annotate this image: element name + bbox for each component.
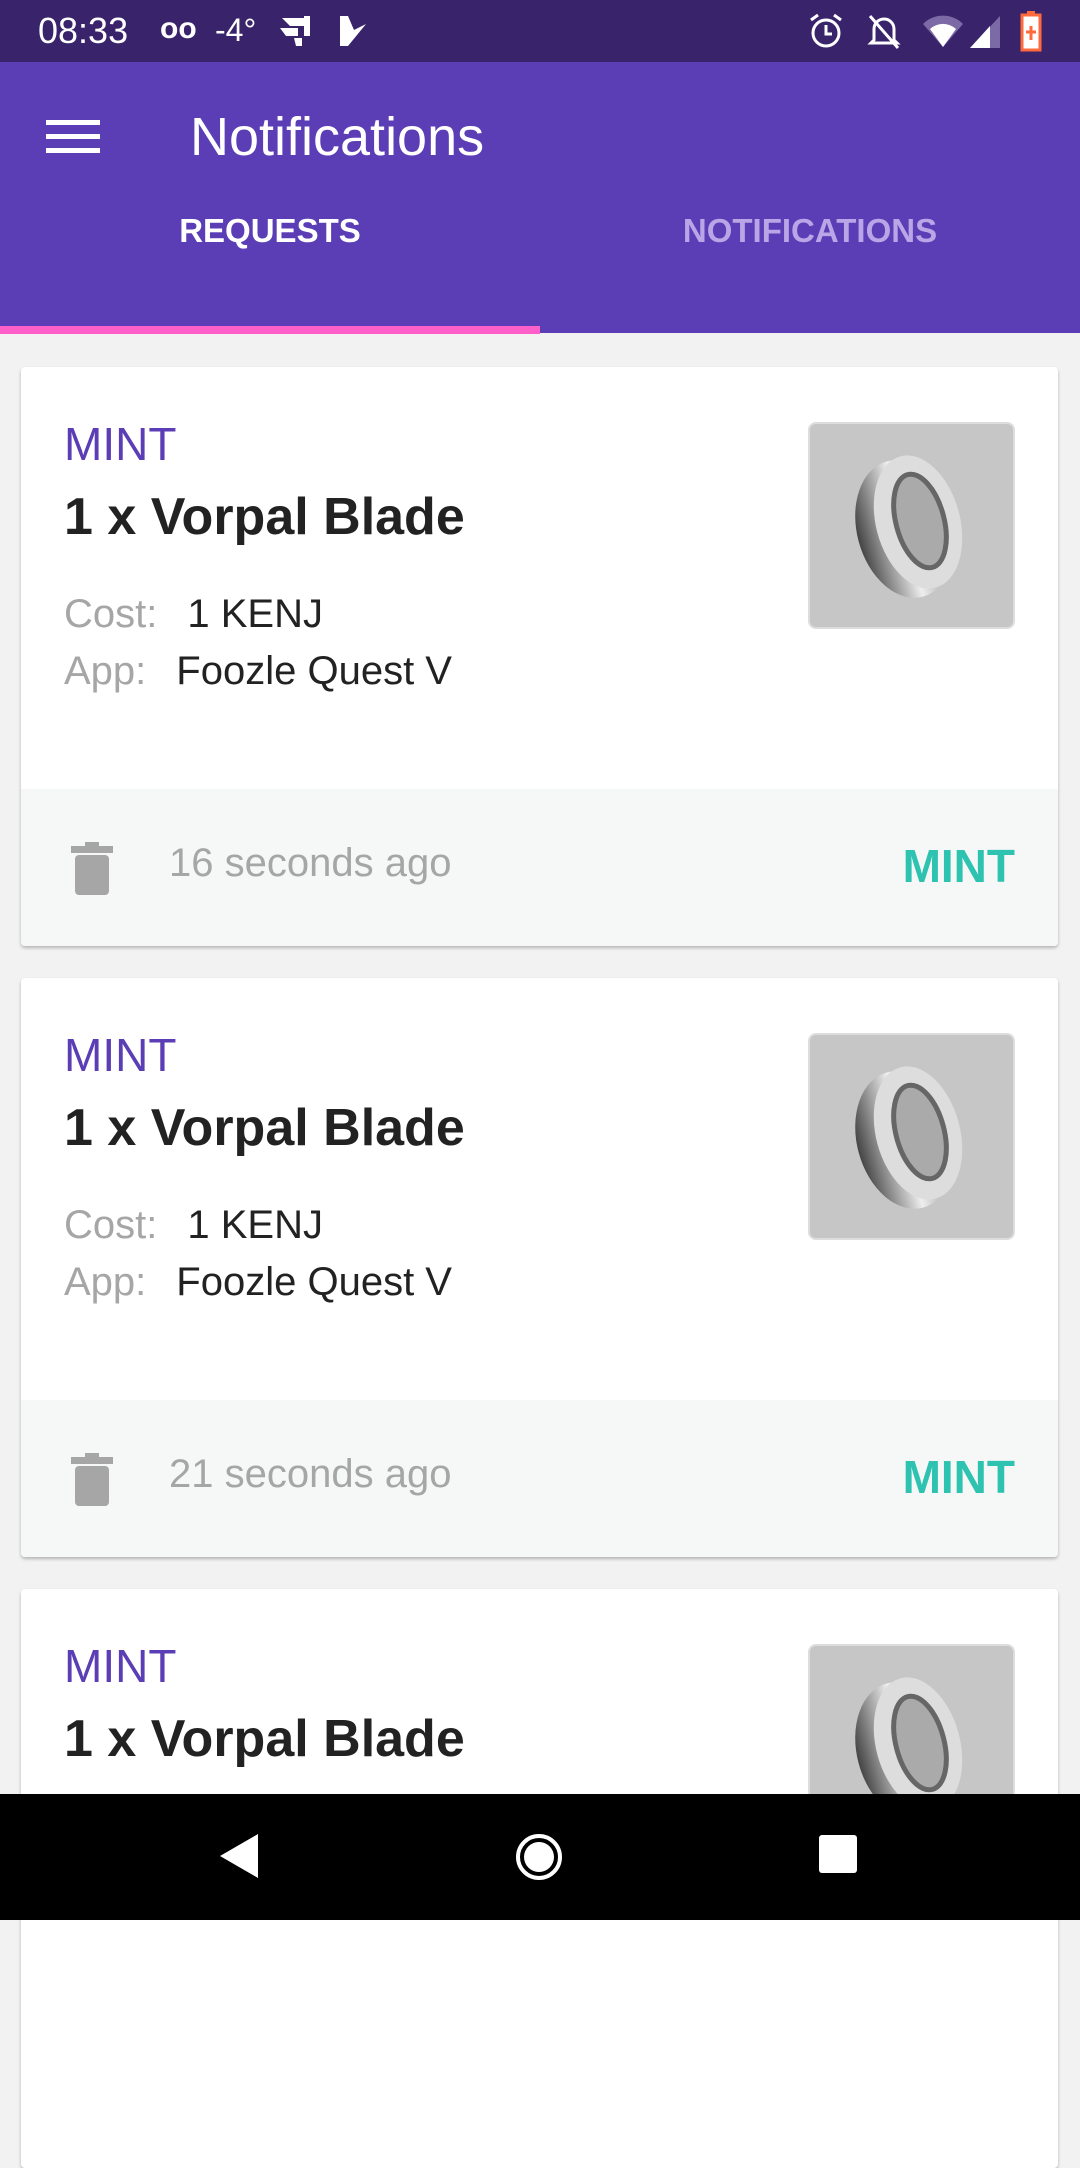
timestamp: 16 seconds ago [169, 841, 452, 885]
item-image [808, 1033, 1015, 1240]
request-card: MINT 1 x Vorpal Blade Cost: 1 KENJ App: Fo… [21, 367, 1058, 946]
delete-icon[interactable] [69, 842, 115, 896]
wifi-icon [923, 15, 963, 47]
temperature: -4° [215, 12, 257, 48]
app-bar: Notifications REQUESTS NOTIFICATIONS [0, 62, 1080, 334]
cost-row: Cost: 1 KENJ [64, 592, 323, 637]
timestamp: 21 seconds ago [169, 1452, 452, 1496]
coin-icon [855, 1066, 963, 1209]
back-icon[interactable] [218, 1832, 260, 1880]
recents-icon[interactable] [818, 1834, 858, 1874]
menu-icon[interactable] [46, 114, 100, 158]
app-label: App: [64, 649, 147, 693]
delete-icon[interactable] [69, 1453, 115, 1507]
app-value: Foozle Quest V [176, 1260, 452, 1304]
notifications-off-icon [867, 15, 901, 49]
request-type: MINT [64, 1029, 177, 1081]
page-title: Notifications [190, 107, 485, 167]
home-icon[interactable] [514, 1832, 564, 1882]
tab-notifications[interactable]: NOTIFICATIONS [540, 186, 1080, 276]
app-check-icon [340, 16, 366, 46]
item-title: 1 x Vorpal Blade [64, 488, 465, 546]
signal-icon [970, 16, 1000, 48]
battery-icon [1020, 11, 1042, 52]
tab-indicator [0, 326, 540, 334]
voicemail-icon: oo [160, 12, 197, 45]
app-row: App: Foozle Quest V [64, 1260, 452, 1305]
coin-icon [855, 455, 963, 598]
tab-requests[interactable]: REQUESTS [0, 186, 540, 276]
clock: 08:33 [38, 10, 129, 51]
card-footer: 21 seconds ago MINT [21, 1400, 1058, 1557]
cost-label: Cost: [64, 592, 158, 636]
mint-button[interactable]: MINT [903, 839, 1015, 893]
item-image [808, 422, 1015, 629]
request-type: MINT [64, 418, 177, 470]
app-label: App: [64, 1260, 147, 1304]
item-title: 1 x Vorpal Blade [64, 1710, 465, 1768]
navigation-bar [0, 1794, 1080, 1920]
mint-button[interactable]: MINT [903, 1450, 1015, 1504]
cost-label: Cost: [64, 1203, 158, 1247]
cost-row: Cost: 1 KENJ [64, 1203, 323, 1248]
app-row: App: Foozle Quest V [64, 649, 452, 694]
request-type: MINT [64, 1640, 177, 1692]
app-value: Foozle Quest V [176, 649, 452, 693]
request-card: MINT 1 x Vorpal Blade Cost: 1 KENJ App: Fo… [21, 978, 1058, 1557]
item-title: 1 x Vorpal Blade [64, 1099, 465, 1157]
alarm-icon [810, 13, 842, 48]
cost-value: 1 KENJ [187, 592, 323, 636]
card-footer: 16 seconds ago MINT [21, 789, 1058, 946]
cost-value: 1 KENJ [187, 1203, 323, 1247]
app-notification-icon [280, 16, 310, 46]
status-bar: 08:33 oo -4° [0, 0, 1080, 62]
